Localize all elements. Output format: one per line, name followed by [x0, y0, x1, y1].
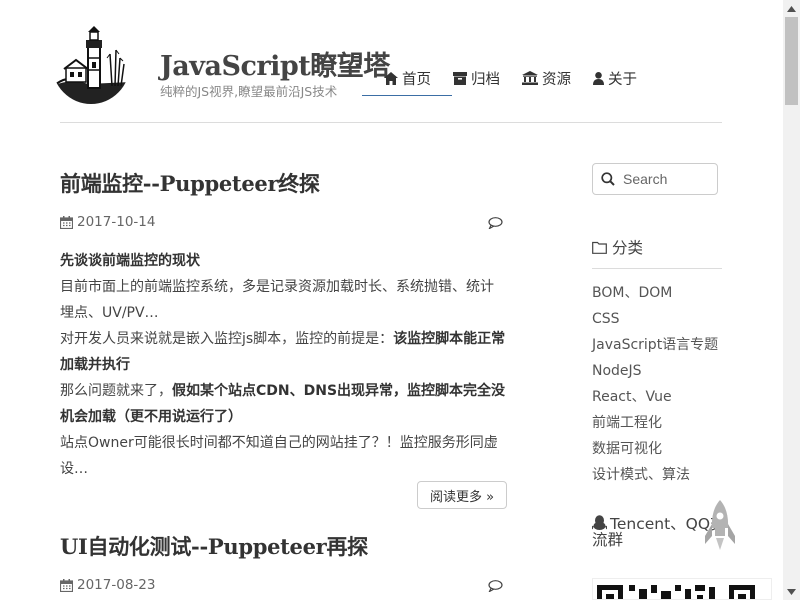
category-list: BOM、DOM CSS JavaScript语言专题 NodeJS React、… — [592, 284, 718, 492]
post-title[interactable]: UI自动化测试--Puppeteer再探 — [60, 531, 507, 561]
post-title[interactable]: 前端监控--Puppeteer终探 — [60, 168, 507, 198]
home-icon — [384, 71, 398, 85]
qr-code — [592, 578, 772, 600]
post-excerpt: 先谈谈前端监控的现状 目前市面上的前端监控系统，多是记录资源加载时长、系统抛错、… — [60, 248, 507, 482]
vertical-scrollbar[interactable] — [783, 0, 800, 600]
post-date-text: 2017-08-23 — [77, 577, 156, 593]
nav-item-about[interactable]: 关于 — [593, 68, 637, 88]
site-subtitle: 纯粹的JS视界,瞭望最前沿JS技术 — [160, 84, 338, 99]
qq-penguin-icon — [591, 515, 608, 530]
archive-icon — [453, 71, 467, 85]
post-meta: 2017-10-14 — [60, 214, 507, 234]
arrow-down-icon — [787, 588, 796, 595]
category-item[interactable]: NodeJS — [592, 362, 718, 388]
post-card: 前端监控--Puppeteer终探 2017-10-14 先谈谈前端监控的现状 … — [60, 168, 507, 482]
calendar-icon — [60, 578, 73, 592]
nav-active-underline — [362, 95, 452, 96]
arrow-up-icon — [787, 5, 796, 12]
categories-heading-text: 分类 — [612, 239, 644, 257]
back-to-top-button[interactable] — [705, 500, 735, 556]
scrollbar-thumb[interactable] — [785, 17, 798, 105]
comment-icon — [488, 217, 503, 230]
excerpt-paragraph: 目前市面上的前端监控系统，多是记录资源加载时长、系统抛错、统计埋点、UV/PV… — [60, 279, 494, 321]
scroll-up-arrow[interactable] — [783, 0, 800, 17]
sidebar-divider — [592, 268, 722, 269]
folder-icon — [592, 241, 607, 254]
category-item[interactable]: 设计模式、算法 — [592, 466, 718, 492]
nav-label-home: 首页 — [402, 71, 431, 88]
categories-heading: 分类 — [592, 236, 643, 258]
post-date: 2017-08-23 — [60, 577, 507, 593]
qr-code-icon — [597, 585, 755, 599]
nav-label-resources: 资源 — [542, 71, 571, 88]
excerpt-text: 那么问题就来了， — [60, 383, 172, 399]
nav-label-archive: 归档 — [471, 71, 500, 88]
comment-icon — [488, 580, 503, 593]
category-item[interactable]: 前端工程化 — [592, 414, 718, 440]
rocket-icon — [705, 500, 735, 550]
category-item[interactable]: React、Vue — [592, 388, 718, 414]
search-icon — [601, 172, 615, 186]
post-date: 2017-10-14 — [60, 214, 507, 230]
bank-icon — [522, 71, 538, 85]
category-item[interactable]: JavaScript语言专题 — [592, 336, 718, 362]
post-date-text: 2017-10-14 — [77, 214, 156, 230]
category-item[interactable]: CSS — [592, 310, 718, 336]
excerpt-text: 对开发人员来说就是嵌入监控js脚本，监控的前提是： — [60, 331, 394, 347]
category-item[interactable]: 数据可视化 — [592, 440, 718, 466]
user-icon — [593, 71, 604, 85]
page: JavaScript瞭望塔 纯粹的JS视界,瞭望最前沿JS技术 首页 归档 资源… — [0, 0, 800, 600]
excerpt-heading: 先谈谈前端监控的现状 — [60, 253, 200, 269]
search-input[interactable] — [623, 171, 713, 187]
site-title[interactable]: JavaScript瞭望塔 — [160, 44, 390, 83]
main-nav: 首页 归档 资源 关于 — [384, 68, 659, 88]
nav-item-archive[interactable]: 归档 — [453, 68, 500, 88]
excerpt-paragraph: 那么问题就来了，假如某个站点CDN、DNS出现异常，监控脚本完全没机会加载（更不… — [60, 378, 507, 430]
calendar-icon — [60, 215, 73, 229]
header-divider — [60, 122, 722, 123]
read-more-button[interactable]: 阅读更多 » — [417, 481, 507, 509]
nav-item-resources[interactable]: 资源 — [522, 68, 571, 88]
post-meta: 2017-08-23 — [60, 577, 507, 597]
scroll-down-arrow[interactable] — [783, 583, 800, 600]
category-item[interactable]: BOM、DOM — [592, 284, 718, 310]
post-card: UI自动化测试--Puppeteer再探 2017-08-23 — [60, 531, 507, 597]
excerpt-paragraph: 站点Owner可能很长时间都不知道自己的网站挂了？！监控服务形同虚设… — [60, 435, 498, 477]
excerpt-paragraph: 对开发人员来说就是嵌入监控js脚本，监控的前提是：该监控脚本能正常加载并执行 — [60, 326, 507, 378]
site-logo[interactable] — [52, 24, 130, 104]
nav-item-home[interactable]: 首页 — [384, 68, 431, 88]
comment-link[interactable] — [488, 217, 503, 233]
nav-label-about: 关于 — [608, 71, 637, 88]
search-box — [592, 163, 718, 195]
comment-link[interactable] — [488, 580, 503, 596]
lighthouse-logo-icon — [52, 25, 130, 104]
